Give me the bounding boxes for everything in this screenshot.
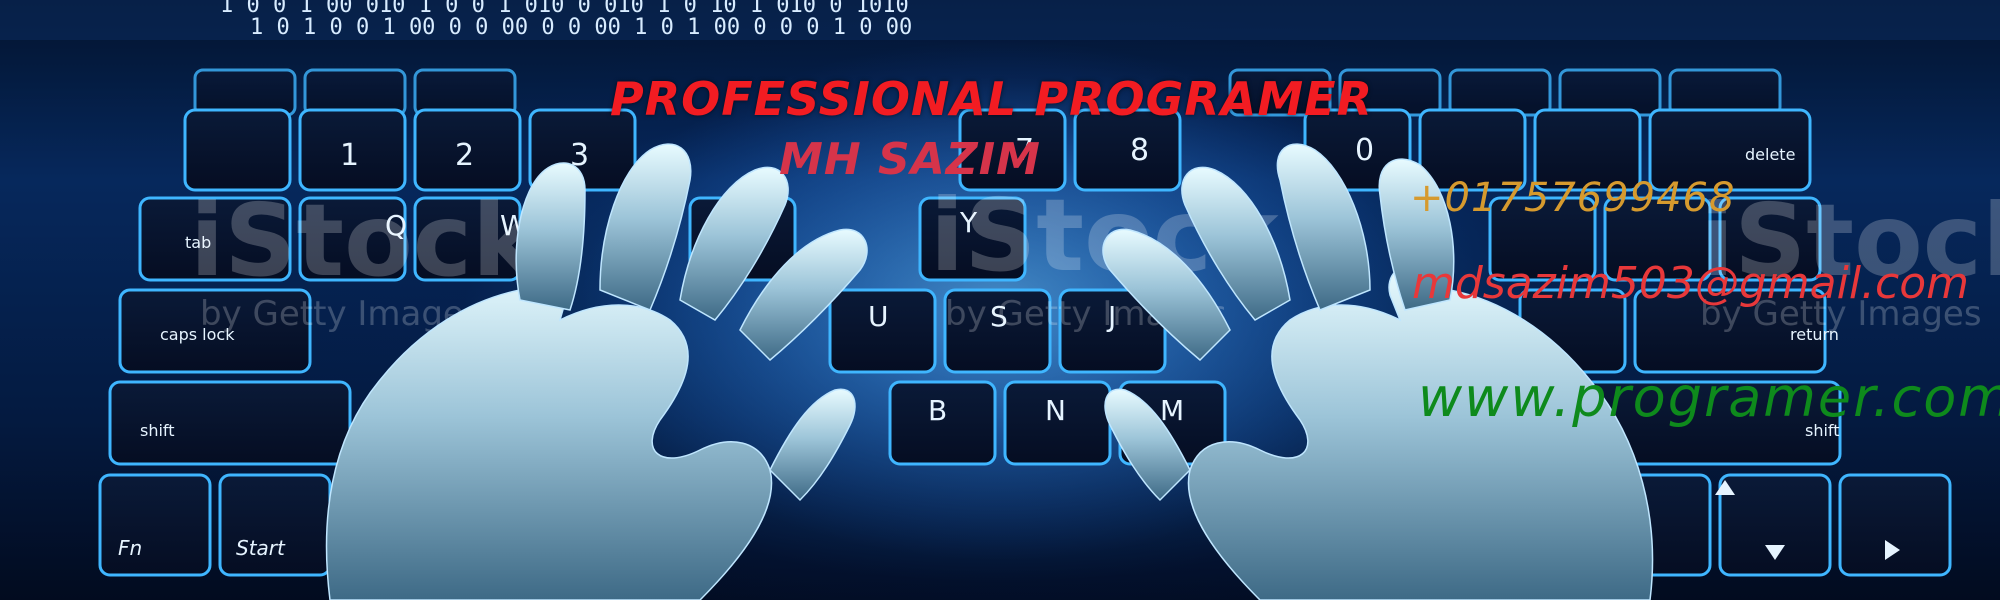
banner-headline: PROFESSIONAL PROGRAMER [610, 72, 1373, 126]
banner: 1 0 0 1 00 010 1 0 0 1 010 0 010 1 0 10 … [0, 0, 2000, 600]
key-start: Start [236, 536, 286, 560]
key-delete: delete [1745, 145, 1795, 164]
key-2: 2 [455, 138, 474, 173]
key-0: 0 [1355, 133, 1374, 168]
key-1: 1 [340, 138, 359, 173]
banner-name: MH SAZIM [779, 134, 1041, 185]
binary-row-2: 1 0 1 0 0 1 00 0 0 00 0 0 00 1 0 1 00 0 … [250, 15, 912, 40]
key-shift-left: shift [140, 421, 175, 440]
key-b: B [928, 394, 947, 427]
key-u: U [868, 300, 889, 333]
contact-phone[interactable]: +01757699468 [1410, 175, 1735, 221]
key-n: N [1045, 394, 1066, 427]
watermark-brand-1: iStock [190, 182, 541, 299]
contact-website[interactable]: www.programer.com [1418, 366, 2000, 429]
key-m: M [1160, 394, 1184, 427]
key-fn: Fn [118, 536, 142, 560]
binary-strip: 1 0 0 1 00 010 1 0 0 1 010 0 010 1 0 10 … [0, 0, 2000, 40]
contact-email[interactable]: mdsazim503@gmail.com [1412, 258, 1969, 309]
